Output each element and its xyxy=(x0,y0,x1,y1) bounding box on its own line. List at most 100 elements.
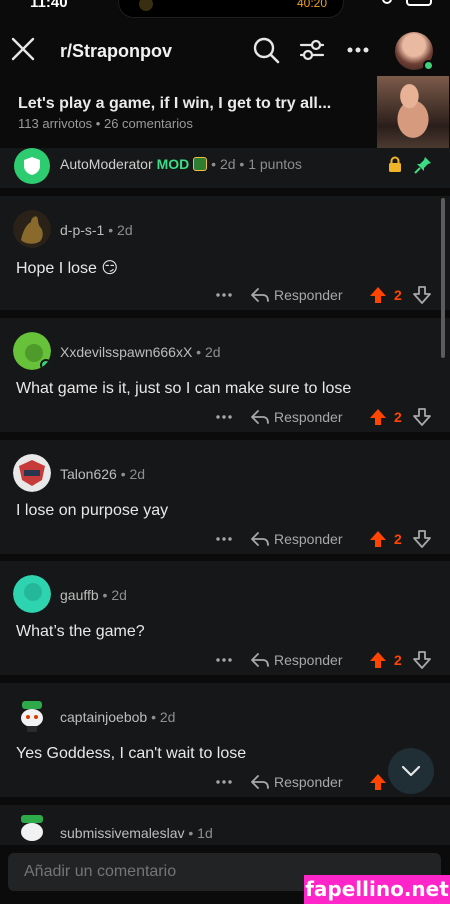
comment-card[interactable]: submissivemaleslav • 1d xyxy=(0,805,450,845)
next-comment-button[interactable] xyxy=(388,748,434,794)
comment-age: 2d xyxy=(204,344,221,360)
downvote-icon[interactable] xyxy=(412,285,432,305)
commenter-avatar[interactable] xyxy=(13,210,51,248)
username[interactable]: Xxdevilsspawn666xX xyxy=(60,344,192,360)
more-icon[interactable] xyxy=(214,529,234,549)
comment-text: Yes Goddess, I can't wait to lose xyxy=(16,745,247,762)
automod-avatar xyxy=(14,148,50,184)
downvote-icon[interactable] xyxy=(412,650,432,670)
username[interactable]: gauffb xyxy=(60,587,99,603)
reply-button[interactable]: Responder xyxy=(274,774,343,790)
post-thumbnail[interactable] xyxy=(377,76,449,148)
online-status-dot xyxy=(423,60,434,71)
downvote-icon[interactable] xyxy=(412,529,432,549)
automod-author[interactable]: AutoModerator MOD • 2d • 1 puntos xyxy=(60,156,302,172)
reply-icon[interactable] xyxy=(250,650,270,670)
comment-card[interactable]: Talon626 • 2d I lose on purpose yay Resp… xyxy=(0,440,450,554)
reply-button[interactable]: Responder xyxy=(274,652,343,668)
comment-text: What game is it, just so I can make sure… xyxy=(16,380,352,397)
commenter-avatar[interactable] xyxy=(13,575,51,613)
mod-badge: MOD xyxy=(156,156,190,172)
comment-actions: Responder 2 xyxy=(214,649,444,671)
scrollbar[interactable] xyxy=(441,198,445,358)
comment-actions: Responder 2 xyxy=(214,528,444,550)
automod-meta: • 2d • 1 puntos xyxy=(211,156,302,172)
shield-icon xyxy=(24,157,40,175)
reply-icon[interactable] xyxy=(250,529,270,549)
automod-comment[interactable]: AutoModerator MOD • 2d • 1 puntos xyxy=(0,148,450,188)
dynamic-island: 40:20 xyxy=(118,0,344,18)
commenter-avatar[interactable] xyxy=(13,811,51,849)
close-icon[interactable] xyxy=(10,36,36,62)
comment-age: 2d xyxy=(117,222,133,238)
vote-count: 2 xyxy=(394,287,402,303)
username[interactable]: d-p-s-1 xyxy=(60,222,104,238)
post-header[interactable]: Let's play a game, if I win, I get to tr… xyxy=(0,76,450,148)
reply-icon[interactable] xyxy=(250,407,270,427)
comment-text: Hope I lose 😏 xyxy=(16,260,119,277)
username[interactable]: submissivemaleslav xyxy=(60,825,184,841)
filter-icon[interactable] xyxy=(298,36,326,64)
comment-age: 2d xyxy=(111,587,127,603)
comment-author[interactable]: captainjoebob • 2d xyxy=(60,709,175,725)
more-icon[interactable] xyxy=(214,772,234,792)
search-icon[interactable] xyxy=(252,36,280,64)
wifi-icon xyxy=(382,0,392,4)
pin-icon xyxy=(414,157,431,174)
comment-age: 2d xyxy=(159,709,176,725)
upvote-icon[interactable] xyxy=(368,650,388,670)
comment-author[interactable]: Talon626 • 2d xyxy=(60,466,145,482)
commenter-avatar[interactable] xyxy=(13,332,51,370)
more-icon[interactable] xyxy=(214,407,234,427)
post-title[interactable]: Let's play a game, if I win, I get to tr… xyxy=(18,95,331,113)
upvote-icon[interactable] xyxy=(368,529,388,549)
username[interactable]: captainjoebob xyxy=(60,709,147,725)
status-icons xyxy=(382,0,432,10)
comment-age: 1d xyxy=(197,825,213,841)
upvote-icon[interactable] xyxy=(368,407,388,427)
vote-count: 2 xyxy=(394,652,402,668)
comment-author[interactable]: d-p-s-1 • 2d xyxy=(60,222,133,238)
top-bar: r/Straponpov xyxy=(0,22,450,80)
commenter-avatar[interactable] xyxy=(13,454,51,492)
reply-icon[interactable] xyxy=(250,772,270,792)
more-icon[interactable] xyxy=(214,285,234,305)
comment-card[interactable]: captainjoebob • 2d Yes Goddess, I can't … xyxy=(0,683,450,797)
reply-button[interactable]: Responder xyxy=(274,531,343,547)
lock-icon xyxy=(389,156,401,172)
comment-author[interactable]: Xxdevilsspawn666xX • 2d xyxy=(60,344,221,360)
subreddit-title[interactable]: r/Straponpov xyxy=(60,41,172,62)
watermark: fapellino.net xyxy=(304,875,450,904)
post-meta: 113 arrivotos • 26 comentarios xyxy=(18,116,193,131)
reply-button[interactable]: Responder xyxy=(274,287,343,303)
reply-icon[interactable] xyxy=(250,285,270,305)
chevron-down-icon xyxy=(401,765,421,777)
username[interactable]: Talon626 xyxy=(60,466,117,482)
downvote-icon[interactable] xyxy=(412,407,432,427)
upvote-icon[interactable] xyxy=(368,772,388,792)
vote-count: 2 xyxy=(394,409,402,425)
comment-author[interactable]: gauffb • 2d xyxy=(60,587,127,603)
comment-age: 2d xyxy=(129,466,146,482)
battery-icon xyxy=(406,0,432,6)
activity-icon xyxy=(139,0,153,11)
more-icon[interactable] xyxy=(214,650,234,670)
comment-actions: Responder 2 xyxy=(214,406,444,428)
status-bar: 11:40 40:20 xyxy=(0,0,450,20)
comment-author[interactable]: submissivemaleslav • 1d xyxy=(60,825,213,841)
automod-username[interactable]: AutoModerator xyxy=(60,156,153,172)
comment-text: I lose on purpose yay xyxy=(16,502,169,519)
mod-shield-icon xyxy=(193,157,208,171)
comment-card[interactable]: Xxdevilsspawn666xX • 2d What game is it,… xyxy=(0,318,450,432)
island-timer: 40:20 xyxy=(296,0,327,10)
comment-actions: Responder 2 xyxy=(214,284,444,306)
vote-count: 2 xyxy=(394,531,402,547)
reply-button[interactable]: Responder xyxy=(274,409,343,425)
upvote-icon[interactable] xyxy=(368,285,388,305)
more-options-icon[interactable] xyxy=(344,36,372,64)
commenter-avatar[interactable] xyxy=(13,697,51,735)
comment-card[interactable]: gauffb • 2d What’s the game? Responder 2 xyxy=(0,561,450,675)
status-time: 11:40 xyxy=(30,0,68,11)
comment-text: What’s the game? xyxy=(16,623,145,640)
comment-card[interactable]: d-p-s-1 • 2d Hope I lose 😏 Responder 2 xyxy=(0,196,450,310)
